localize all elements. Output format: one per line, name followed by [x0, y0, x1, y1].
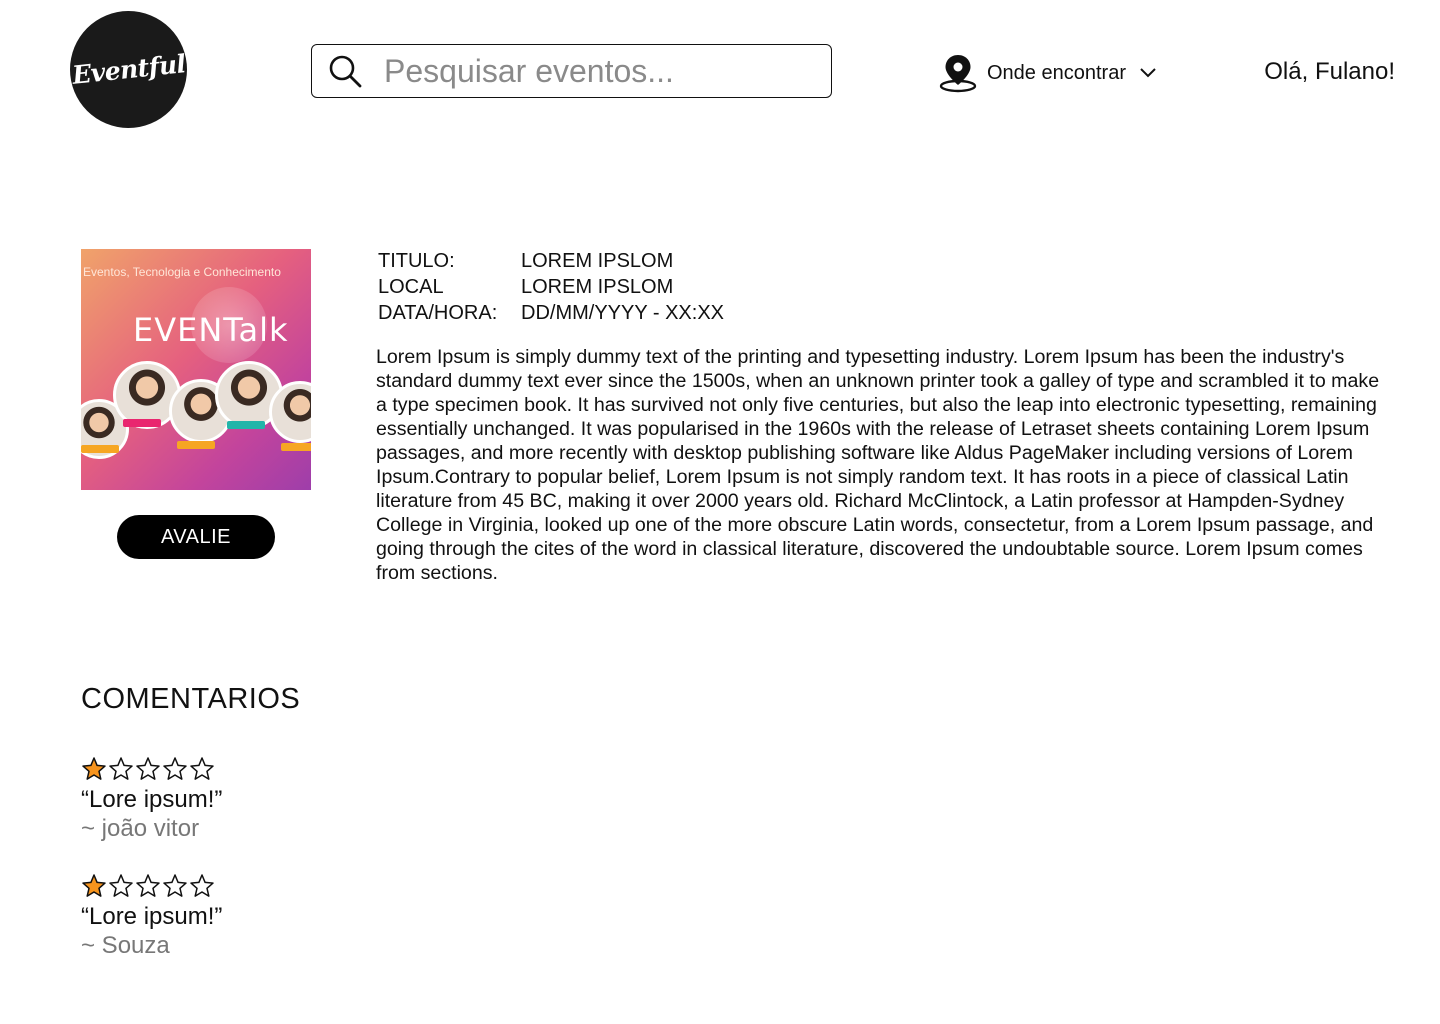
comments-heading: COMENTARIOS — [81, 683, 301, 715]
event-location-row: LOCAL LOREM IPSLOM — [378, 274, 724, 300]
star-rating — [81, 873, 222, 899]
search-input[interactable] — [382, 51, 831, 91]
star-empty-icon — [136, 874, 160, 897]
field-label: TITULO: — [378, 250, 455, 272]
comment-text: “Lore ipsum!” — [81, 786, 223, 813]
event-location-value: LOREM IPSLOM — [521, 276, 674, 298]
event-banner-image: Eventos, Tecnologia e Conhecimento EVENT… — [81, 249, 311, 490]
user-greeting[interactable]: Olá, Fulano! — [1264, 58, 1395, 86]
event-datetime-row: DATA/HORA: DD/MM/YYYY - XX:XX — [378, 300, 724, 326]
star-empty-icon — [136, 757, 160, 780]
logo-text: Eventful — [70, 49, 187, 90]
field-label: LOCAL — [378, 276, 444, 298]
star-empty-icon — [190, 874, 214, 897]
chevron-down-icon — [1138, 63, 1158, 83]
comment-item: “Lore ipsum!” ~ joão vitor — [81, 756, 222, 844]
banner-tagline: Eventos, Tecnologia e Conhecimento — [83, 265, 281, 279]
event-title-row: TITULO: LOREM IPSLOM — [378, 248, 724, 274]
speaker-tag — [281, 443, 311, 451]
speaker-tag — [227, 421, 265, 429]
star-empty-icon — [163, 874, 187, 897]
comment-author: ~ joão vitor — [81, 815, 200, 842]
star-empty-icon — [109, 757, 133, 780]
eventful-logo[interactable]: Eventful — [70, 11, 187, 128]
event-title-value: LOREM IPSLOM — [521, 250, 674, 272]
comment-text: “Lore ipsum!” — [81, 903, 223, 930]
field-label: DATA/HORA: — [378, 302, 498, 324]
location-pin-icon — [937, 52, 979, 94]
star-empty-icon — [190, 757, 214, 780]
comment-item: “Lore ipsum!” ~ Souza — [81, 873, 222, 961]
search-bar[interactable] — [311, 44, 832, 98]
rate-event-button[interactable]: AVALIE — [117, 515, 275, 559]
event-datetime-value: DD/MM/YYYY - XX:XX — [521, 302, 725, 324]
star-filled-icon — [82, 757, 106, 780]
star-filled-icon — [82, 874, 106, 897]
comment-author: ~ Souza — [81, 932, 170, 959]
speaker-tag — [123, 419, 161, 427]
search-icon[interactable] — [328, 54, 362, 88]
star-empty-icon — [109, 874, 133, 897]
speaker-tag — [177, 441, 215, 449]
location-label: Onde encontrar — [987, 61, 1126, 84]
event-info: TITULO: LOREM IPSLOM LOCAL LOREM IPSLOM … — [378, 248, 724, 326]
event-description: Lorem Ipsum is simply dummy text of the … — [376, 346, 1380, 584]
star-rating — [81, 756, 222, 782]
location-dropdown[interactable]: Onde encontrar — [937, 52, 1158, 94]
banner-brand: EVENTalk — [133, 311, 289, 349]
star-empty-icon — [163, 757, 187, 780]
speaker-tag — [81, 445, 119, 453]
